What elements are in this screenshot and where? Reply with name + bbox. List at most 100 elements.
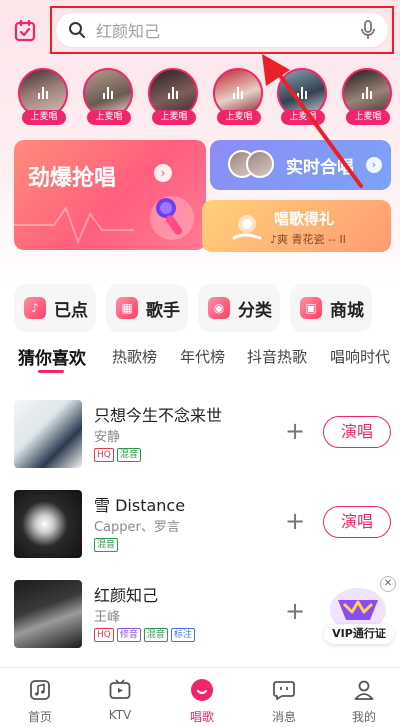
nav-label: 唱歌 [189,710,214,724]
quick-label: 商城 [330,300,364,321]
nav-label: KTV [108,708,132,722]
singer-item[interactable]: 上麦唱 [213,68,265,126]
nav-home[interactable]: 首页 [10,674,70,724]
vip-pass-label[interactable]: VIP通行证 [324,624,394,644]
search-input[interactable]: 红颜知己 [56,13,388,47]
grid-icon: ▦ [116,297,138,319]
quick-mall-button[interactable]: ▣ 商城 [290,284,372,332]
singer-tag: 上麦唱 [87,110,131,125]
microphone-icon [150,196,194,240]
sing-gift-title: 唱歌得礼 [274,210,335,228]
sound-bars-icon [38,87,48,99]
nav-label: 我的 [351,710,376,724]
sound-bars-icon [297,87,307,99]
singer-item[interactable]: 上麦唱 [277,68,329,126]
sing-gift-subtitle: ♪爽 青花瓷 -- Il [270,233,346,246]
singer-tag: 上麦唱 [281,110,325,125]
singer-tag: 上麦唱 [346,110,390,125]
bottom-nav: 首页 KTV 唱歌 消息 我的 [0,667,400,727]
quick-entry-row: ♪ 已点 ▦ 歌手 ◉ 分类 ▣ 商城 [0,284,400,334]
tab-douyin-hits[interactable]: 抖音热歌 [247,346,307,367]
user-icon [354,680,374,700]
quick-ordered-button[interactable]: ♪ 已点 [14,284,96,332]
sound-bars-icon [233,87,243,99]
tab-recommended[interactable]: 猜你喜欢 [18,344,86,369]
song-title: 红颜知己 [94,586,159,605]
song-tabs: 猜你喜欢 热歌榜 年代榜 抖音热歌 唱响时代 [0,344,400,374]
nav-sing[interactable]: 唱歌 [172,674,232,724]
song-artist: Capper、罗言 [94,520,180,535]
song-cover [14,580,82,648]
song-badges: HQ 混音 [94,448,141,462]
tab-underline [38,370,64,373]
tab-era-sing[interactable]: 唱响时代 [330,346,390,367]
badge-mix: 混音 [94,538,119,552]
nav-messages[interactable]: 消息 [254,674,314,724]
add-song-button[interactable]: + [284,419,306,443]
sound-bars-icon [362,87,372,99]
quick-label: 分类 [238,300,272,321]
song-title: 只想今生不念来世 [94,406,223,425]
sound-bars-icon [103,87,113,99]
calendar-icon [14,19,36,42]
chevron-right-icon: › [366,157,382,173]
badge-annotated: 标注 [170,628,195,642]
music-note-icon: ♪ [24,297,46,319]
music-home-icon [30,680,50,700]
singer-tag: 上麦唱 [152,110,196,125]
live-chorus-banner[interactable]: 实时合唱 › [210,140,391,190]
quick-label: 已点 [54,300,88,321]
song-cover [14,490,82,558]
badge-tuned: 修音 [116,628,141,642]
singer-item[interactable]: 上麦唱 [148,68,200,126]
singer-row: 上麦唱 上麦唱 上麦唱 上麦唱 上麦唱 上麦唱 [0,68,400,128]
add-song-button[interactable]: + [284,509,306,533]
badge-hq: HQ [94,448,114,462]
song-row[interactable]: 只想今生不念来世 安静 HQ 混音 + 演唱 [0,400,400,476]
tab-hot-songs[interactable]: 热歌榜 [112,346,157,367]
song-badges: HQ 修音 混音 标注 [94,628,195,642]
song-title: 雪 Distance [94,496,186,515]
chorus-avatars [228,150,276,180]
song-artist: 安静 [94,430,121,445]
search-icon [69,22,85,38]
singer-tag: 上麦唱 [217,110,261,125]
calendar-button[interactable] [12,18,38,44]
rush-sing-title: 劲爆抢唱 [28,166,117,191]
chevron-right-icon: › [154,164,172,182]
microphone-icon[interactable] [360,20,376,40]
sing-gift-banner[interactable]: 唱歌得礼 ♪爽 青花瓷 -- Il [202,200,391,252]
song-row[interactable]: 雪 Distance Capper、罗言 混音 + 演唱 [0,490,400,566]
singer-item[interactable]: 上麦唱 [18,68,70,126]
sing-button[interactable]: 演唱 [323,416,391,448]
category-icon: ◉ [208,297,230,319]
live-chorus-title: 实时合唱 [286,158,354,178]
add-song-button[interactable]: + [284,599,306,623]
tv-icon [109,679,131,699]
badge-mix: 混音 [116,448,141,462]
quick-label: 歌手 [146,300,180,321]
nav-profile[interactable]: 我的 [334,674,394,724]
rush-sing-banner[interactable]: 劲爆抢唱 › [14,140,206,250]
singer-item[interactable]: 上麦唱 [342,68,394,126]
hand-microphone-icon [232,215,262,240]
song-artist: 王峰 [94,610,121,625]
singer-item[interactable]: 上麦唱 [83,68,135,126]
badge-mix: 混音 [143,628,168,642]
sing-button[interactable]: 演唱 [323,506,391,538]
sing-icon [191,679,213,701]
song-cover [14,400,82,468]
singer-tag: 上麦唱 [22,110,66,125]
tab-era-chart[interactable]: 年代榜 [180,346,225,367]
song-badges: 混音 [94,538,119,552]
close-icon[interactable]: ✕ [380,576,396,592]
message-icon [273,681,295,700]
search-placeholder: 红颜知己 [96,22,161,41]
sound-bars-icon [168,87,178,99]
badge-hq: HQ [94,628,114,642]
quick-category-button[interactable]: ◉ 分类 [198,284,280,332]
shop-icon: ▣ [300,297,322,319]
nav-ktv[interactable]: KTV [90,674,150,724]
quick-singer-button[interactable]: ▦ 歌手 [106,284,188,332]
nav-label: 首页 [27,710,52,724]
